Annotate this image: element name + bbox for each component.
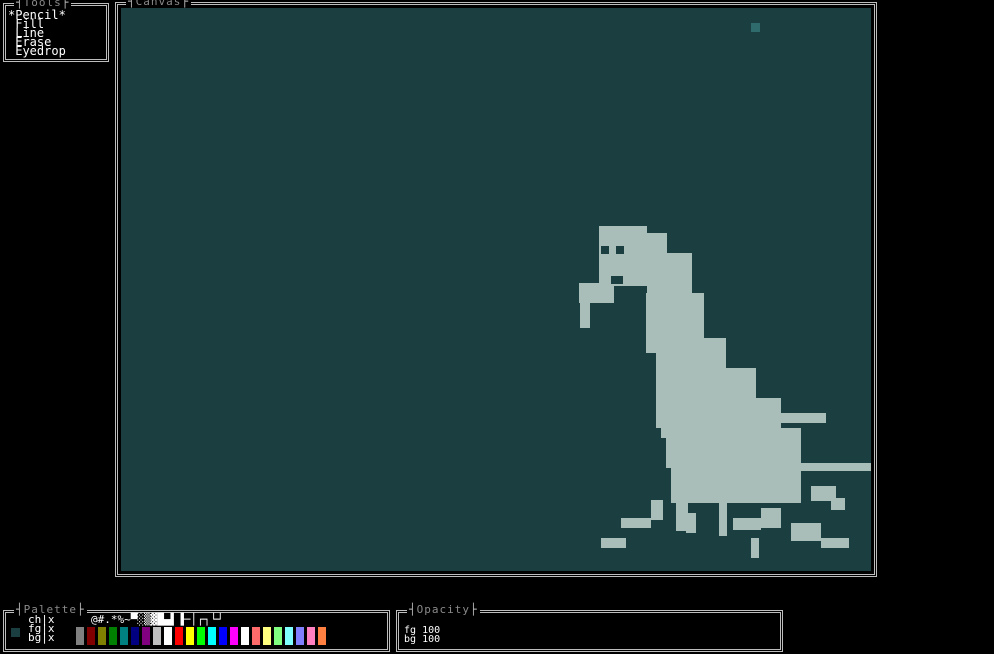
palette-color-swatch[interactable] <box>98 627 106 645</box>
opacity-bg-row[interactable]: bg 100 <box>404 634 441 645</box>
palette-color-swatch[interactable] <box>87 627 95 645</box>
canvas-pixel-block <box>671 468 801 503</box>
palette-panel: Palette ch|x fg|x bg|x @#.*%~▀░▒▓█▄▌▐─│┌… <box>3 604 390 652</box>
canvas-pixel-block <box>651 500 663 520</box>
tools-panel: Tools *Pencil* Fill Line Erase Eyedrop <box>3 0 109 62</box>
canvas-pixel-block <box>611 276 623 284</box>
canvas-pixel-block <box>751 23 760 32</box>
palette-color-swatch[interactable] <box>186 627 194 645</box>
palette-color-swatch[interactable] <box>76 627 84 645</box>
palette-color-swatch[interactable] <box>153 627 161 645</box>
palette-color-swatch[interactable] <box>208 627 216 645</box>
canvas-pixel-block <box>601 538 626 548</box>
palette-char-row[interactable]: @#.*%~▀░▒▓█▄▌▐─│┌┐└┘ <box>91 614 223 625</box>
canvas-pixel-block <box>791 523 821 541</box>
opacity-bg-label: bg <box>404 634 417 645</box>
canvas-pixel-block <box>621 518 651 528</box>
tool-eyedrop[interactable]: Eyedrop <box>8 45 66 57</box>
canvas-pixel-block <box>831 498 845 510</box>
canvas-pixel-block <box>601 246 609 254</box>
palette-color-swatch[interactable] <box>175 627 183 645</box>
opacity-panel: Opacity fg 100 bg 100 <box>396 604 783 652</box>
canvas-pixel-block <box>756 413 826 423</box>
palette-color-swatch[interactable] <box>252 627 260 645</box>
palette-bg-label: bg|x <box>28 631 55 644</box>
opacity-bg-value: 100 <box>422 634 441 645</box>
palette-color-swatch[interactable] <box>219 627 227 645</box>
opacity-title: Opacity <box>407 604 480 616</box>
canvas-pixel-block <box>761 508 781 528</box>
palette-color-swatch[interactable] <box>142 627 150 645</box>
canvas-pixel-block <box>666 428 801 468</box>
canvas-pixel-block <box>616 246 624 254</box>
canvas-title: Canvas <box>126 0 191 8</box>
canvas-pixel-block <box>719 498 727 536</box>
current-color-swatch <box>11 628 20 637</box>
canvas-artwork <box>579 23 871 558</box>
drawing-canvas[interactable] <box>121 8 871 571</box>
palette-color-swatch[interactable] <box>318 627 326 645</box>
palette-color-swatch[interactable] <box>109 627 117 645</box>
canvas-pixel-block <box>751 538 759 558</box>
palette-color-swatch[interactable] <box>307 627 315 645</box>
canvas-pixel-block <box>686 513 696 533</box>
canvas-pixel-block <box>580 298 590 328</box>
palette-color-swatch[interactable] <box>263 627 271 645</box>
palette-color-swatch[interactable] <box>274 627 282 645</box>
canvas-pixel-block <box>821 538 849 548</box>
palette-color-swatch[interactable] <box>230 627 238 645</box>
palette-color-swatch[interactable] <box>296 627 304 645</box>
palette-color-swatch[interactable] <box>120 627 128 645</box>
palette-color-swatch[interactable] <box>285 627 293 645</box>
canvas-pixel-block <box>733 518 761 530</box>
canvas-panel: Canvas <box>115 0 877 577</box>
palette-color-swatch[interactable] <box>164 627 172 645</box>
palette-color-swatch[interactable] <box>197 627 205 645</box>
palette-color-swatch[interactable] <box>241 627 249 645</box>
palette-color-swatch[interactable] <box>131 627 139 645</box>
canvas-pixel-block <box>647 233 667 293</box>
